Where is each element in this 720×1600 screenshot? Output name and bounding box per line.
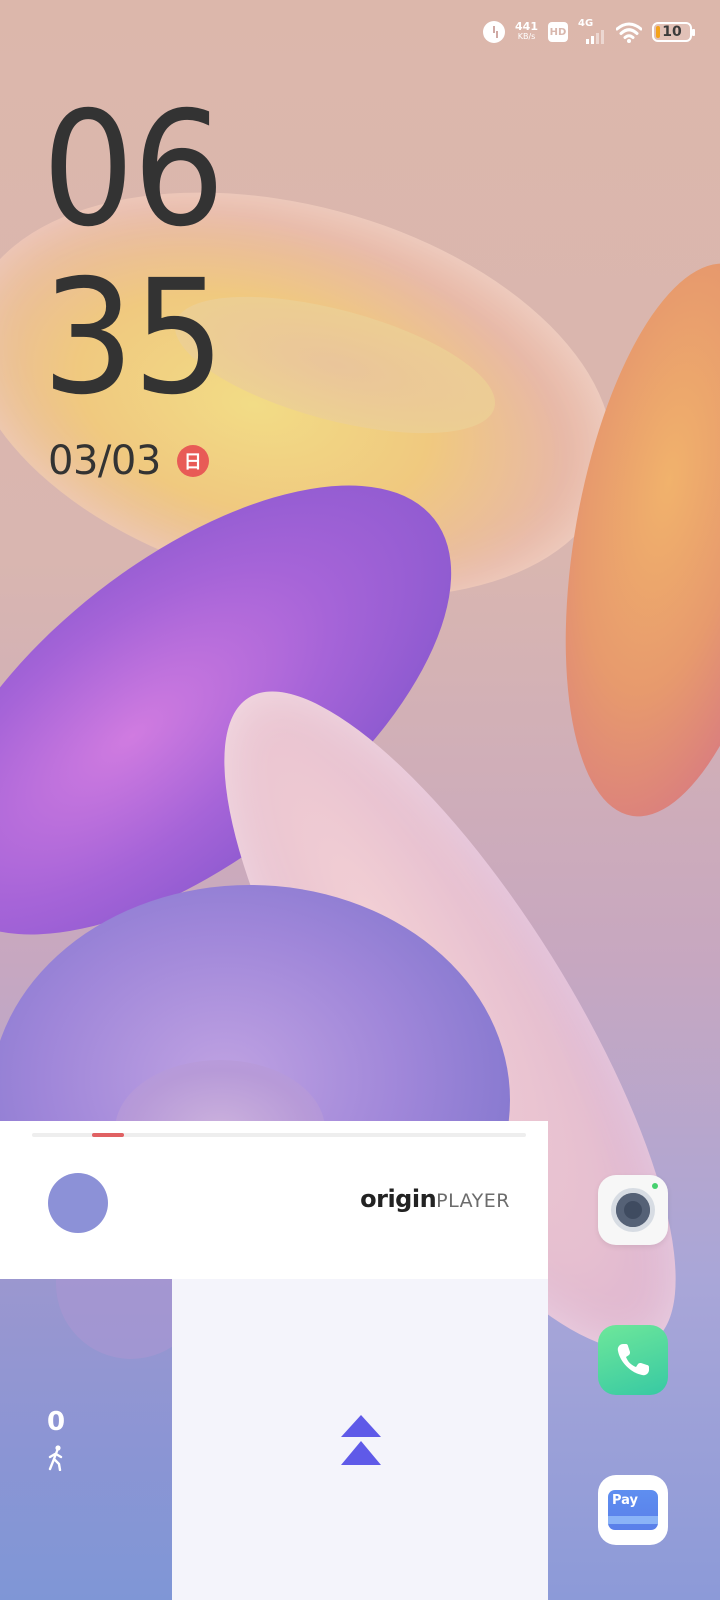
network-speed-unit: KB/s [517, 32, 536, 41]
walking-person-icon [48, 1445, 63, 1471]
player-logo-player: PLAYER [436, 1190, 510, 1212]
camera-icon [611, 1188, 655, 1232]
album-art[interactable] [48, 1173, 108, 1233]
music-player-widget[interactable]: origin PLAYER [0, 1121, 548, 1279]
wallet-card-icon: Pay [608, 1490, 658, 1530]
wifi-icon [616, 22, 642, 43]
playback-progress-bar[interactable] [32, 1133, 526, 1137]
weekday-badge: 日 [176, 445, 209, 477]
pay-label: Pay [612, 1493, 639, 1508]
pay-shortcut[interactable]: Pay [598, 1475, 668, 1545]
alarm-icon [483, 21, 506, 43]
player-logo: origin PLAYER [360, 1185, 510, 1213]
camera-indicator-dot [652, 1183, 658, 1189]
phone-shortcut[interactable] [598, 1325, 668, 1395]
playback-progress-fill [92, 1133, 124, 1137]
clock-hour: 06 [42, 78, 225, 262]
shortcut-dock: Pay [548, 1121, 720, 1600]
status-bar: 441 KB/s HD 4G 10 [483, 18, 695, 46]
network-speed: 441 KB/s [515, 20, 538, 42]
network-type: 4G [578, 18, 594, 29]
hd-icon: HD [548, 22, 568, 42]
widget-background-shape [56, 1279, 172, 1359]
lockscreen-date: 03/03 日 [48, 438, 209, 484]
battery-level: 10 [662, 24, 682, 40]
signal-bars [586, 30, 604, 44]
step-count: 0 [46, 1407, 66, 1437]
step-counter-widget[interactable]: 0 [0, 1279, 172, 1600]
signal-icon: 4G [578, 18, 606, 44]
battery-icon: 10 [652, 22, 695, 42]
network-speed-value: 441 [515, 20, 538, 33]
swipe-up-area[interactable] [172, 1279, 548, 1600]
phone-icon [617, 1344, 649, 1376]
date-text: 03/03 [48, 438, 161, 484]
player-logo-origin: origin [360, 1185, 437, 1213]
camera-shortcut[interactable] [598, 1175, 668, 1245]
lockscreen-clock: 06 35 [42, 86, 239, 422]
clock-minute: 35 [42, 246, 225, 430]
double-chevron-up-icon[interactable] [340, 1413, 382, 1467]
